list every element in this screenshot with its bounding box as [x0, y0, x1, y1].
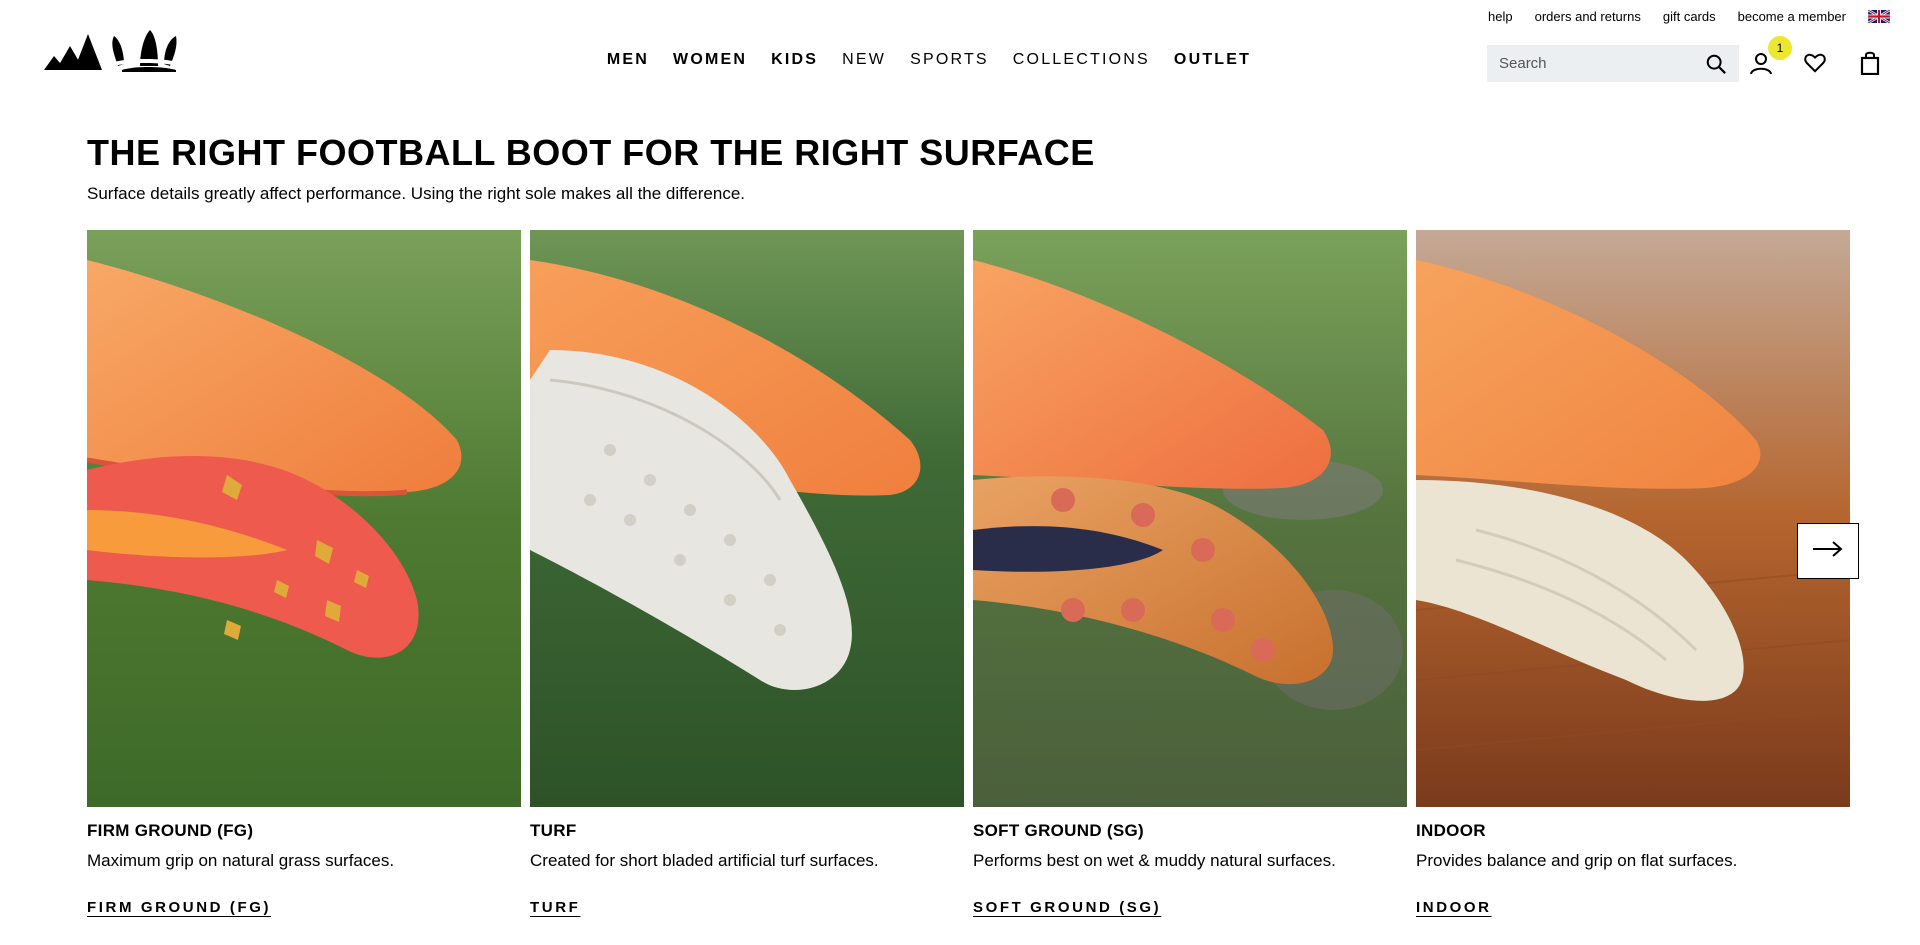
- firm-ground-boot-image[interactable]: [87, 230, 521, 807]
- nav-item-women[interactable]: WOMEN: [673, 51, 747, 69]
- shop-soft-ground-link[interactable]: SOFT GROUND (SG): [973, 899, 1161, 916]
- indoor-boot-image[interactable]: [1416, 230, 1850, 807]
- turf-boot-image[interactable]: [530, 230, 964, 807]
- orders-returns-link[interactable]: orders and returns: [1535, 9, 1641, 24]
- card-title: FIRM GROUND (FG): [87, 821, 254, 840]
- uk-flag-icon[interactable]: [1867, 8, 1891, 25]
- card-title: SOFT GROUND (SG): [973, 821, 1145, 840]
- page-title: THE RIGHT FOOTBALL BOOT FOR THE RIGHT SU…: [87, 132, 1095, 173]
- card-soft-ground[interactable]: SOFT GROUND (SG) Performs best on wet & …: [973, 230, 1407, 917]
- card-description: Maximum grip on natural grass surfaces.: [87, 851, 395, 870]
- utility-nav: help orders and returns gift cards becom…: [1488, 8, 1891, 25]
- soft-ground-boot-image[interactable]: [973, 230, 1407, 807]
- card-title: INDOOR: [1416, 821, 1486, 840]
- shop-firm-ground-link[interactable]: FIRM GROUND (FG): [87, 899, 271, 916]
- card-indoor[interactable]: INDOOR Provides balance and grip on flat…: [1416, 230, 1850, 917]
- carousel-next-button[interactable]: [1797, 523, 1859, 579]
- shop-indoor-link[interactable]: INDOOR: [1416, 899, 1492, 916]
- nav-item-outlet[interactable]: OUTLET: [1174, 51, 1251, 69]
- brand-logo[interactable]: [44, 26, 178, 72]
- shopping-bag-icon[interactable]: [1857, 50, 1883, 76]
- card-title: TURF: [530, 821, 577, 840]
- nav-item-sports[interactable]: SPORTS: [910, 51, 989, 69]
- search-box[interactable]: [1487, 45, 1739, 82]
- card-description: Performs best on wet & muddy natural sur…: [973, 851, 1336, 870]
- account-badge: 1: [1768, 36, 1792, 60]
- search-icon[interactable]: [1705, 53, 1727, 75]
- card-description: Created for short bladed artificial turf…: [530, 851, 879, 870]
- become-member-link[interactable]: become a member: [1738, 9, 1846, 24]
- shop-turf-link[interactable]: TURF: [530, 899, 580, 916]
- wishlist-heart-icon[interactable]: [1802, 50, 1828, 76]
- card-turf[interactable]: TURF Created for short bladed artificial…: [530, 230, 964, 917]
- help-link[interactable]: help: [1488, 9, 1513, 24]
- card-firm-ground[interactable]: FIRM GROUND (FG) Maximum grip on natural…: [87, 230, 521, 917]
- search-input[interactable]: [1499, 55, 1705, 72]
- page-subtitle: Surface details greatly affect performan…: [87, 184, 745, 203]
- nav-item-kids[interactable]: KIDS: [771, 51, 818, 69]
- nav-item-men[interactable]: MEN: [607, 51, 649, 69]
- card-description: Provides balance and grip on flat surfac…: [1416, 851, 1738, 870]
- surface-carousel: FIRM GROUND (FG) Maximum grip on natural…: [87, 230, 1850, 930]
- gift-cards-link[interactable]: gift cards: [1663, 9, 1716, 24]
- nav-item-collections[interactable]: COLLECTIONS: [1013, 51, 1150, 69]
- arrow-right-icon: [1813, 540, 1843, 562]
- nav-item-new[interactable]: NEW: [842, 51, 886, 69]
